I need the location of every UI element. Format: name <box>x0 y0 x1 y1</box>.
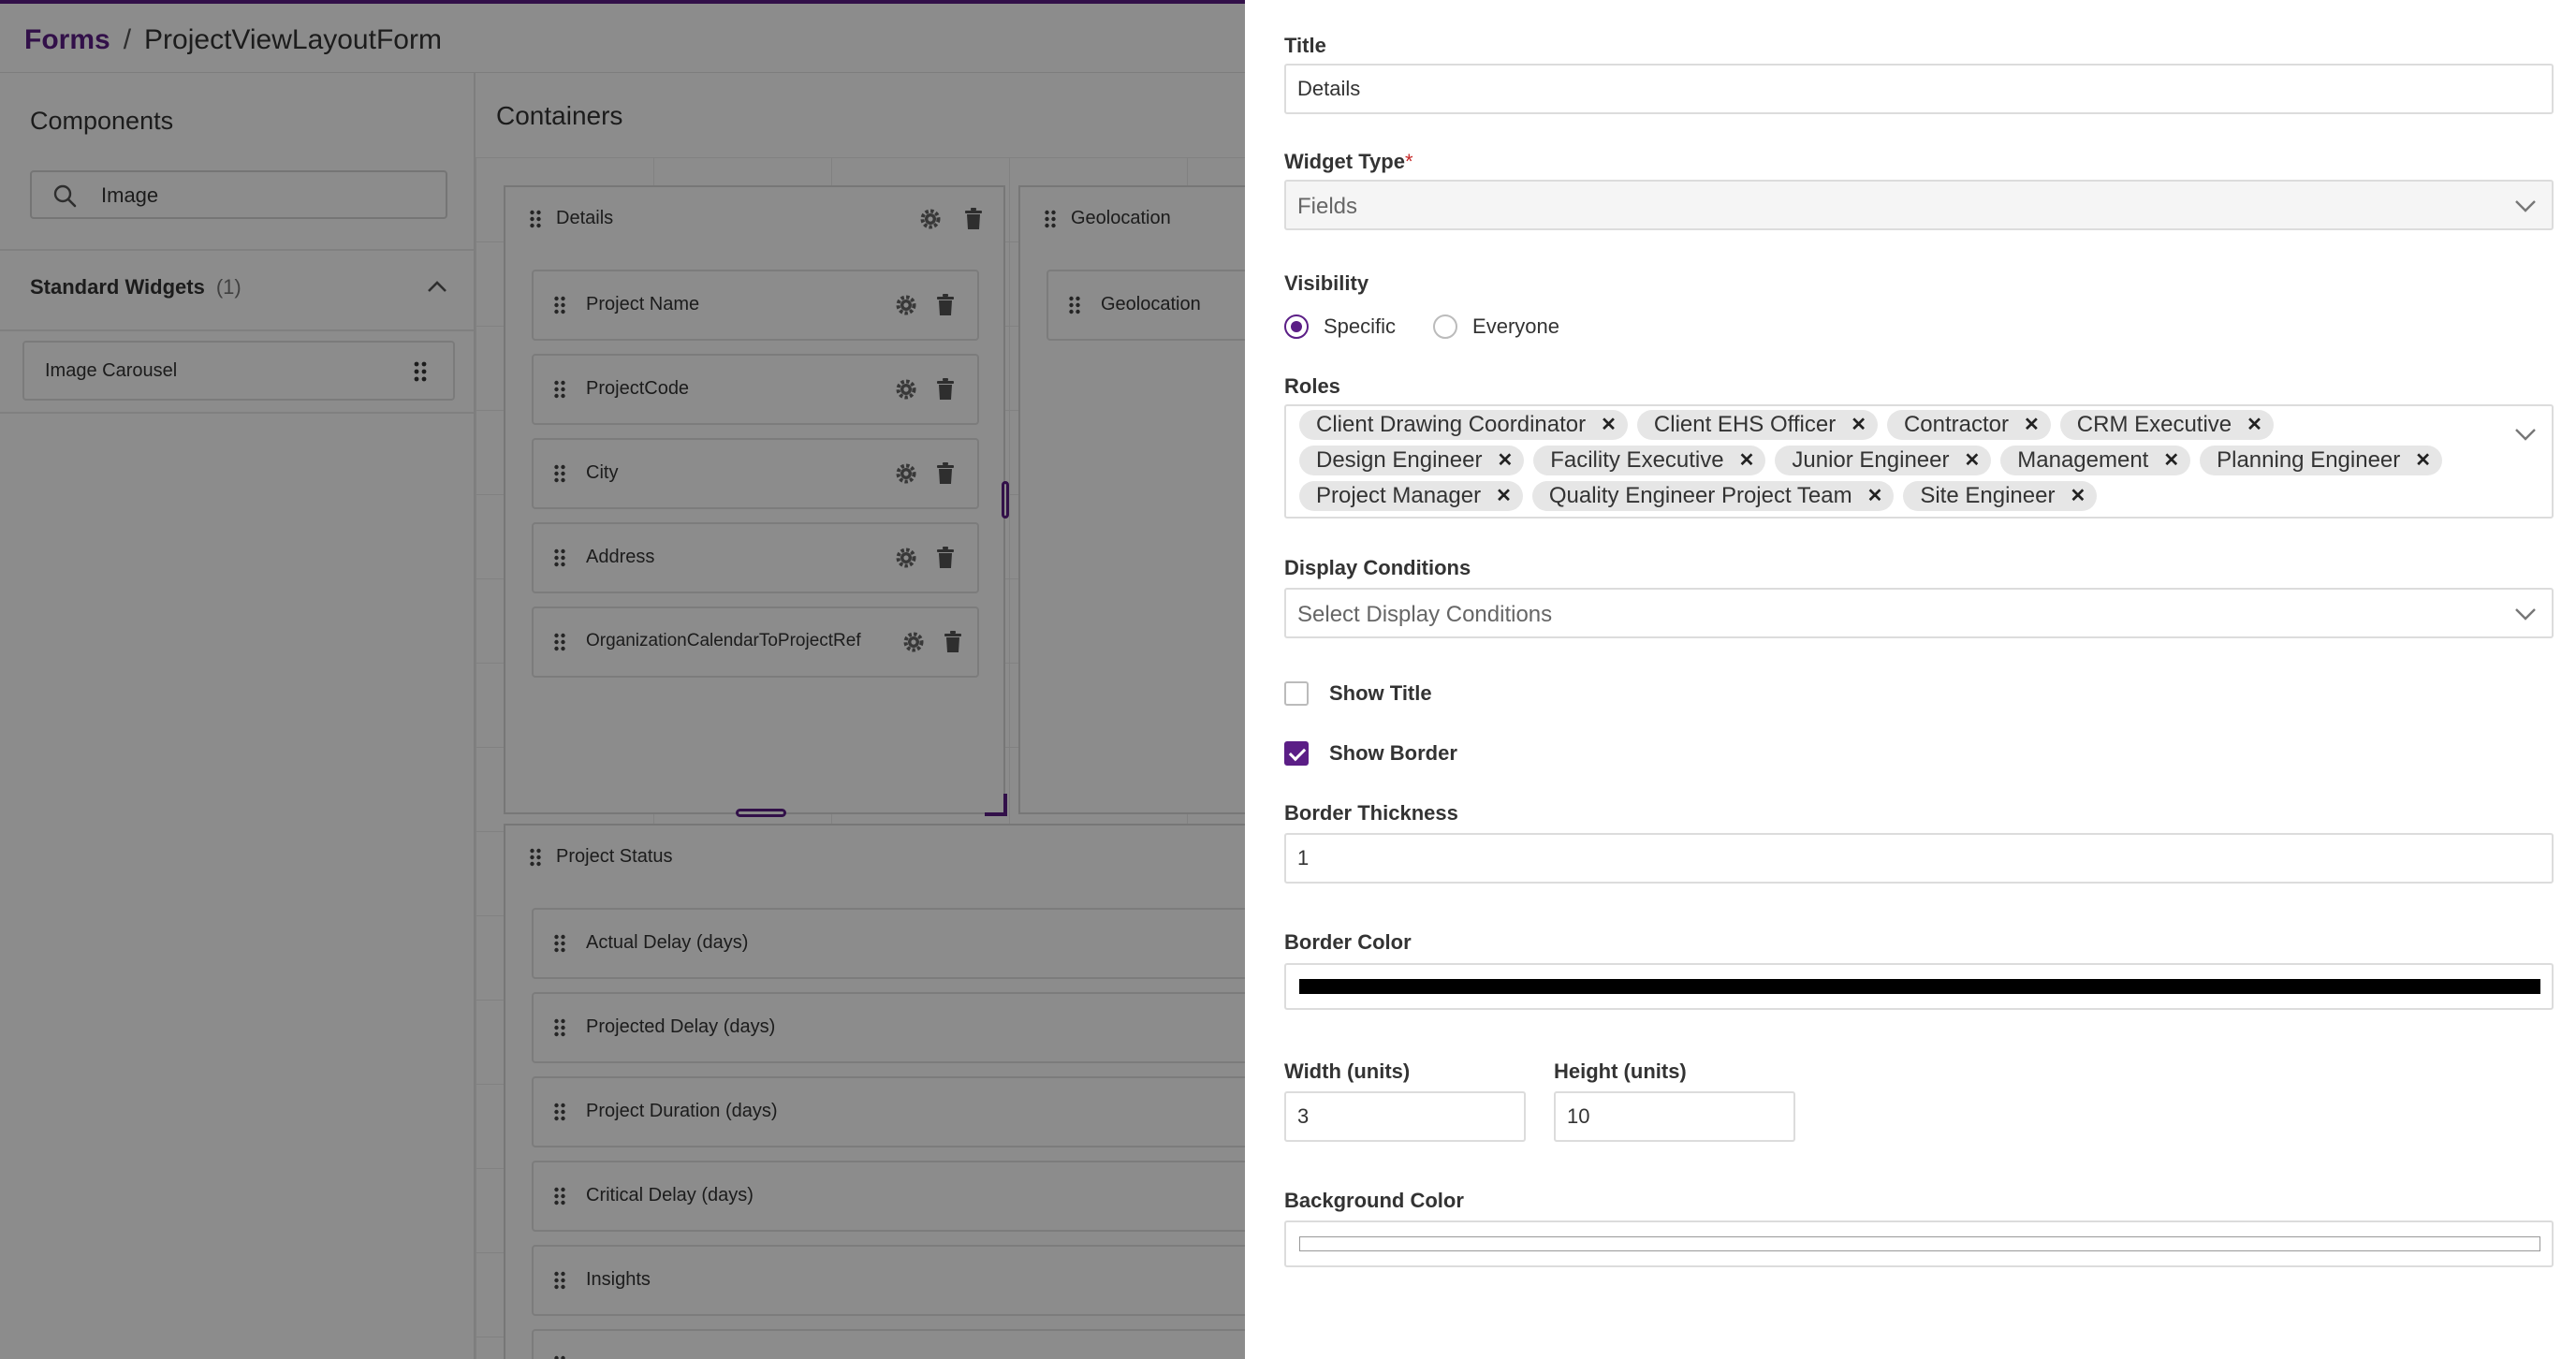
visibility-radio-specific[interactable] <box>1284 314 1309 339</box>
widget-type-label: Widget Type* <box>1284 150 1413 173</box>
role-chip: Project Manager ✕ <box>1299 481 1523 511</box>
role-chip: Site Engineer ✕ <box>1903 481 2098 511</box>
modal-backdrop[interactable] <box>0 0 1245 1359</box>
visibility-option-label: Everyone <box>1472 314 1559 338</box>
visibility-radio-group: Specific Everyone <box>1284 314 1559 339</box>
width-label: Width (units) <box>1284 1059 1411 1083</box>
role-chip: Management ✕ <box>2000 446 2191 475</box>
height-label: Height (units) <box>1554 1059 1687 1083</box>
chip-remove-icon[interactable]: ✕ <box>1851 410 1866 440</box>
visibility-label: Visibility <box>1284 271 1369 295</box>
show-title-checkbox[interactable] <box>1284 681 1309 706</box>
role-chip: Quality Engineer Project Team ✕ <box>1531 481 1895 511</box>
role-chip: Client Drawing Coordinator ✕ <box>1299 410 1628 440</box>
chip-remove-icon[interactable]: ✕ <box>2070 481 2086 511</box>
border-thickness-field[interactable] <box>1284 833 2554 884</box>
role-chip: Design Engineer ✕ <box>1299 446 1525 475</box>
roles-chip-list: Client Drawing Coordinator ✕ Client EHS O… <box>1299 410 2507 511</box>
show-border-label: Show Border <box>1329 741 1457 765</box>
app-root: Forms / ProjectViewLayoutForm Components… <box>0 0 2576 1359</box>
role-chip: Contractor ✕ <box>1886 410 2051 440</box>
role-chip: Planning Engineer ✕ <box>2200 446 2443 475</box>
role-chip: CRM Executive ✕ <box>2059 410 2274 440</box>
chevron-down-icon[interactable] <box>2514 427 2537 442</box>
display-conditions-placeholder: Select Display Conditions <box>1297 602 1553 627</box>
background-color-picker[interactable] <box>1284 1220 2554 1267</box>
show-title-label: Show Title <box>1329 681 1432 705</box>
role-chip: Junior Engineer ✕ <box>1775 446 1992 475</box>
chevron-down-icon[interactable] <box>2514 198 2537 213</box>
display-conditions-label: Display Conditions <box>1284 556 1471 579</box>
chip-remove-icon[interactable]: ✕ <box>1739 446 1755 475</box>
role-chip: Client EHS Officer ✕ <box>1636 410 1878 440</box>
background-color-swatch[interactable] <box>1299 1236 2540 1251</box>
role-chip: Facility Executive ✕ <box>1533 446 1766 475</box>
title-field[interactable] <box>1284 64 2554 114</box>
roles-label: Roles <box>1284 374 1340 398</box>
chip-remove-icon[interactable]: ✕ <box>1497 446 1513 475</box>
roles-multiselect[interactable]: Client Drawing Coordinator ✕ Client EHS O… <box>1284 404 2554 519</box>
visibility-radio-everyone[interactable] <box>1433 314 1458 339</box>
width-field[interactable] <box>1284 1091 1526 1142</box>
chip-remove-icon[interactable]: ✕ <box>1601 410 1617 440</box>
widget-type-value: Fields <box>1297 194 1358 219</box>
border-color-swatch[interactable] <box>1299 979 2540 994</box>
chevron-down-icon[interactable] <box>2514 606 2537 621</box>
show-border-row[interactable]: Show Border <box>1284 741 1457 766</box>
show-border-checkbox[interactable] <box>1284 741 1309 766</box>
chip-remove-icon[interactable]: ✕ <box>1964 446 1980 475</box>
chip-remove-icon[interactable]: ✕ <box>1867 481 1883 511</box>
chip-remove-icon[interactable]: ✕ <box>2024 410 2040 440</box>
border-color-picker[interactable] <box>1284 963 2554 1010</box>
chip-remove-icon[interactable]: ✕ <box>1496 481 1512 511</box>
border-color-label: Border Color <box>1284 930 1412 954</box>
border-thickness-label: Border Thickness <box>1284 801 1458 825</box>
height-input[interactable] <box>1556 1093 1793 1140</box>
width-input[interactable] <box>1286 1093 1524 1140</box>
visibility-option-label: Specific <box>1324 314 1397 338</box>
chip-remove-icon[interactable]: ✕ <box>2163 446 2179 475</box>
height-field[interactable] <box>1554 1091 1795 1142</box>
show-title-row[interactable]: Show Title <box>1284 681 1432 706</box>
title-label: Title <box>1284 34 1326 57</box>
widget-settings-panel: Title Widget Type* Fields Visibility Spe… <box>1245 0 2576 1359</box>
chip-remove-icon[interactable]: ✕ <box>2247 410 2262 440</box>
chip-remove-icon[interactable]: ✕ <box>2415 446 2431 475</box>
widget-type-select[interactable]: Fields <box>1284 180 2554 230</box>
border-thickness-input[interactable] <box>1286 835 2552 882</box>
required-mark: * <box>1404 150 1413 173</box>
display-conditions-select[interactable]: Select Display Conditions <box>1284 588 2554 638</box>
background-color-label: Background Color <box>1284 1189 1464 1212</box>
title-input[interactable] <box>1286 66 2552 112</box>
